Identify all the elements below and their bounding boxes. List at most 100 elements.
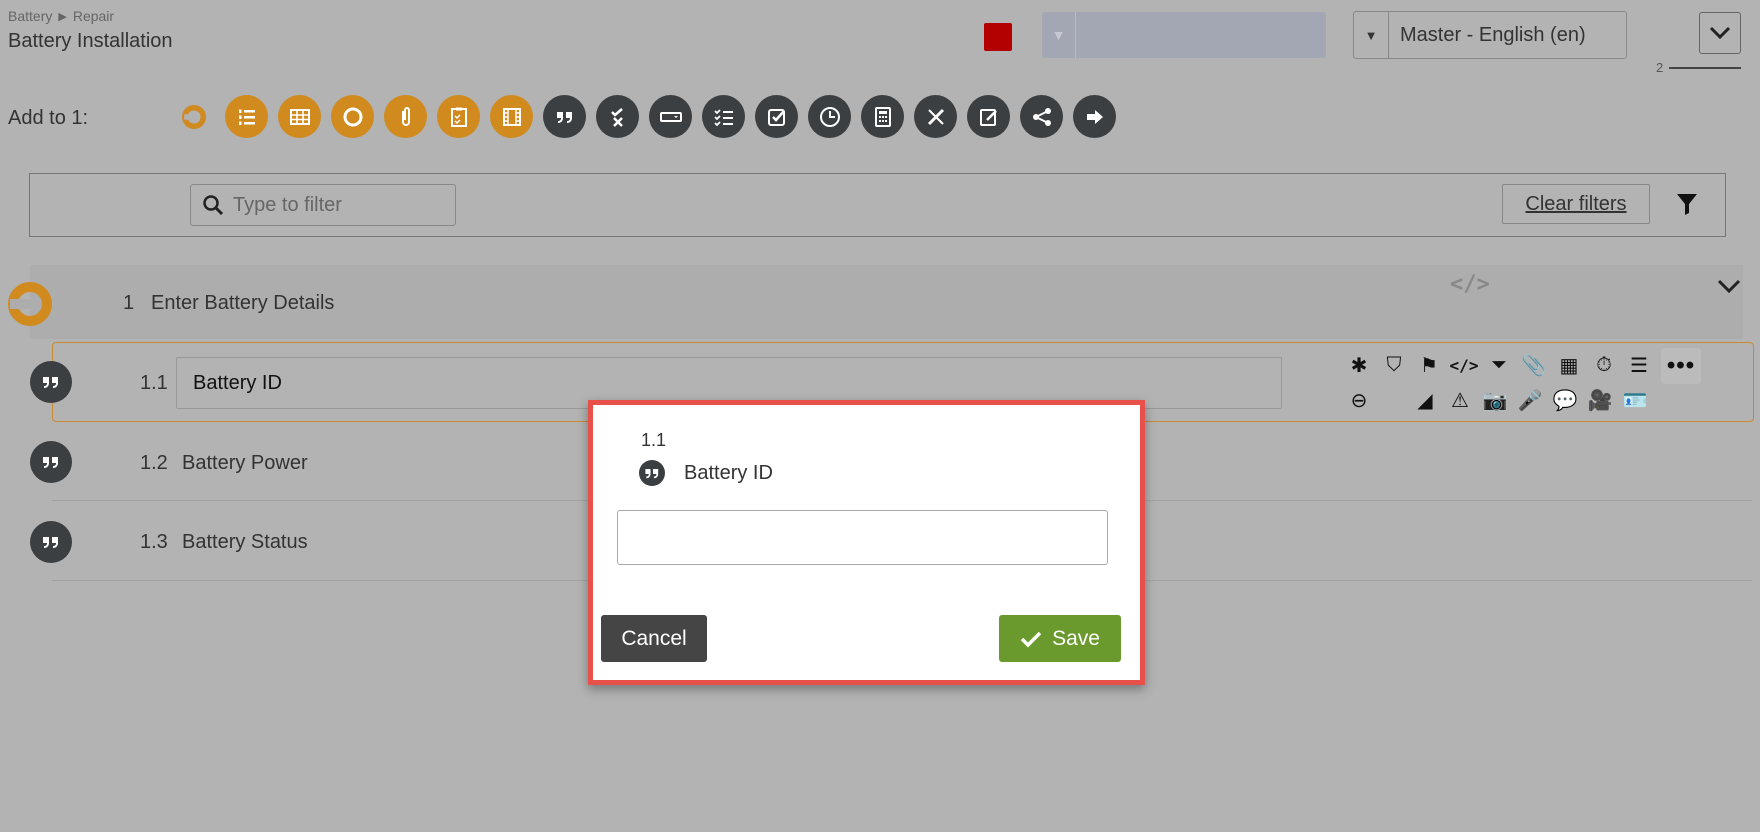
circle-icon [343, 107, 362, 126]
add-checklist-clipboard-button[interactable] [437, 95, 480, 138]
quote-icon [43, 457, 58, 468]
quote-icon [43, 377, 58, 388]
item-title[interactable]: Battery Power [182, 452, 308, 475]
shield-icon[interactable]: ⛉ [1381, 352, 1407, 378]
caret-down-icon[interactable]: ▼ [1354, 12, 1389, 58]
quote-icon [556, 111, 572, 123]
search-icon [203, 195, 224, 216]
edit-icon [979, 108, 997, 126]
breadcrumb-separator-icon: ▶ [58, 10, 67, 23]
ruler-pencil-icon [927, 108, 944, 125]
add-element-toolbar [172, 95, 1116, 138]
quote-icon [639, 460, 665, 486]
add-circle-button[interactable] [331, 95, 374, 138]
id-card-icon[interactable]: 🪪 [1622, 387, 1648, 413]
item-marker [30, 521, 72, 563]
section-collapse-toggle[interactable] [1717, 278, 1741, 299]
item-title[interactable]: Battery Status [182, 531, 308, 554]
add-section-button[interactable] [172, 95, 215, 138]
check-icon [1020, 631, 1042, 647]
filter-icon[interactable]: ⏷ [1486, 352, 1512, 378]
item-number: 1.2 [140, 452, 168, 474]
warning-icon[interactable]: ⚠ [1447, 387, 1473, 413]
save-label: Save [1052, 626, 1100, 650]
disabled-select: ▼ [1042, 12, 1326, 58]
checkbox-icon [767, 108, 785, 126]
add-measurement-button[interactable] [914, 95, 957, 138]
add-checklist-button[interactable] [702, 95, 745, 138]
add-numbered-list-button[interactable] [225, 95, 268, 138]
add-checkbox-button[interactable] [755, 95, 798, 138]
chevron-down-icon [1717, 279, 1741, 294]
item-number: 1.3 [140, 531, 168, 553]
film-icon [502, 107, 521, 126]
save-button[interactable]: Save [999, 615, 1121, 662]
dialog-text-input[interactable] [617, 510, 1108, 565]
language-select[interactable]: ▼ Master - English (en) [1353, 11, 1627, 59]
add-check-x-button[interactable] [596, 95, 639, 138]
filter-toggle[interactable] [1676, 192, 1698, 221]
dialog-item-title: Battery ID [684, 462, 773, 484]
grid-icon[interactable]: ▦ [1556, 352, 1582, 378]
item-actions-row-1: ✱ ⛉ ⚑ </> ⏷ 📎 ▦ ⏱ ☰ [1346, 352, 1652, 378]
video-icon[interactable]: 🎥 [1587, 387, 1613, 413]
page-title: Battery Installation [8, 30, 173, 52]
more-options-button[interactable]: ••• [1661, 348, 1701, 384]
add-to-label: Add to 1: [8, 107, 89, 129]
arrow-right-icon [1086, 109, 1103, 124]
severity-icon[interactable]: ◢ [1412, 387, 1438, 413]
status-indicator[interactable] [984, 23, 1012, 51]
remove-icon[interactable]: ⊖ [1346, 387, 1372, 413]
camera-icon[interactable]: 📷 [1482, 387, 1508, 413]
clipboard-checklist-icon [450, 107, 467, 127]
item-actions-row-2: ⊖ ◢ ⚠ 📷 🎤 💬 🎥 🪪 [1346, 387, 1648, 413]
breadcrumb-parent[interactable]: Battery [8, 8, 52, 24]
breadcrumb-current[interactable]: Repair [73, 8, 114, 24]
section-icon [8, 282, 52, 326]
collapse-button[interactable] [1699, 12, 1741, 54]
filter-placeholder: Type to filter [233, 193, 342, 216]
add-calculation-button[interactable] [861, 95, 904, 138]
code-icon[interactable]: </> [1450, 352, 1479, 378]
item-title-value: Battery ID [193, 371, 282, 394]
section-icon [181, 104, 206, 129]
comment-icon[interactable]: 💬 [1552, 387, 1578, 413]
language-select-value[interactable]: Master - English (en) [1389, 12, 1586, 58]
clock-icon [819, 106, 840, 127]
microphone-icon[interactable]: 🎤 [1517, 387, 1543, 413]
attachment-icon [401, 106, 410, 126]
add-input-field-button[interactable] [649, 95, 692, 138]
stopwatch-icon[interactable]: ⏱ [1591, 352, 1617, 378]
page-indicator: 2 [1656, 60, 1742, 75]
add-signature-button[interactable] [967, 95, 1010, 138]
checklist-icon [713, 108, 733, 126]
code-icon[interactable]: </> [1450, 272, 1490, 297]
chevron-down-icon [1709, 26, 1731, 40]
breadcrumb: Battery ▶ Repair [8, 8, 114, 24]
table-icon [289, 108, 310, 125]
numbered-list-icon [238, 109, 255, 125]
add-media-button[interactable] [490, 95, 533, 138]
database-icon[interactable]: ☰ [1626, 352, 1652, 378]
item-marker [30, 361, 72, 403]
cancel-button[interactable]: Cancel [601, 615, 707, 662]
section-marker [8, 282, 52, 331]
add-go-to-button[interactable] [1073, 95, 1116, 138]
tag-icon[interactable]: ⚑ [1416, 352, 1442, 378]
calculator-icon [874, 106, 891, 127]
section-title[interactable]: Enter Battery Details [151, 292, 334, 315]
item-marker [30, 441, 72, 483]
add-table-button[interactable] [278, 95, 321, 138]
clear-filters-button[interactable]: Clear filters [1502, 184, 1650, 224]
dialog-item-number: 1.1 [641, 430, 667, 450]
check-x-icon [610, 107, 623, 127]
paperclip-icon[interactable]: 📎 [1521, 352, 1547, 378]
add-branch-button[interactable] [1020, 95, 1063, 138]
add-quote-button[interactable] [543, 95, 586, 138]
required-icon[interactable]: ✱ [1346, 352, 1372, 378]
page-number: 2 [1656, 60, 1664, 75]
add-attachment-button[interactable] [384, 95, 427, 138]
add-time-button[interactable] [808, 95, 851, 138]
filter-input[interactable]: Type to filter [190, 184, 456, 226]
